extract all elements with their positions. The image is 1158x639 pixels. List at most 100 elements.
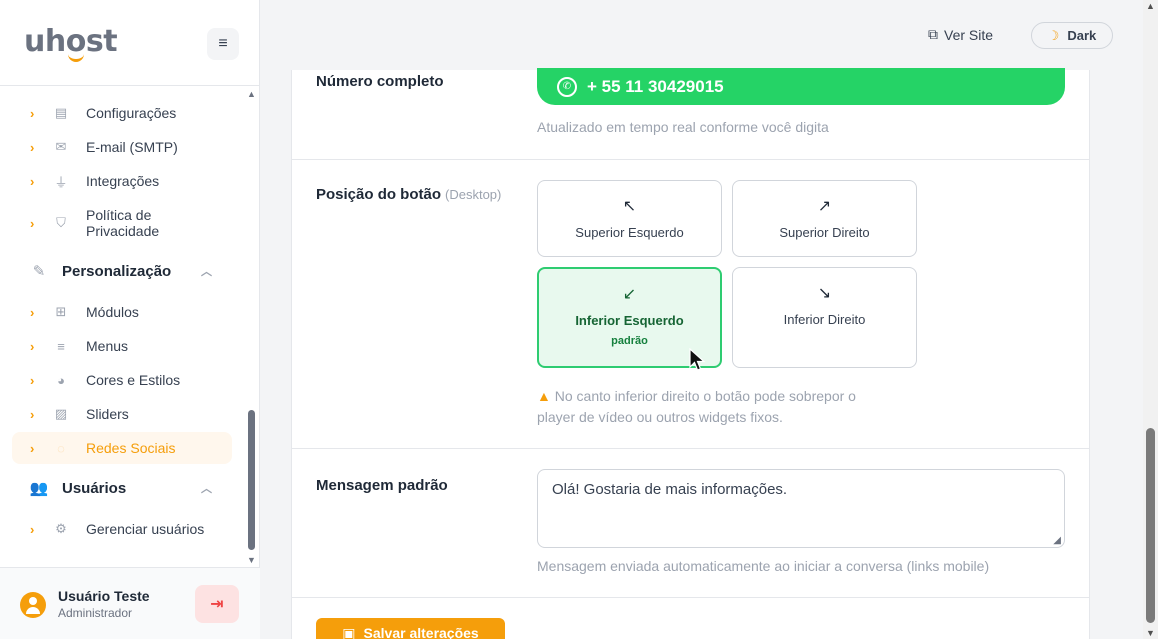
ver-site-link[interactable]: ⧉ Ver Site [928, 26, 993, 43]
user-name: Usuário Teste [58, 588, 150, 604]
sidebar-item-label: Configurações [86, 105, 177, 121]
user-cog-icon: ⚙ [55, 521, 67, 536]
scroll-up-arrow-icon[interactable]: ▲ [247, 89, 256, 99]
page-scroll-thumb[interactable] [1146, 428, 1155, 623]
chevron-right-icon: › [30, 338, 35, 354]
section-label: Usuários [62, 479, 127, 497]
arrow-up-left-icon: ↖ [622, 198, 637, 215]
mensagem-value: Olá! Gostaria de mais informações. [552, 481, 788, 498]
position-warning-text: No canto inferior direito o botão pode s… [537, 388, 856, 425]
chevron-right-icon: › [30, 521, 35, 537]
plug-icon: ⏚ [54, 174, 68, 190]
moon-icon: ☽ [1047, 27, 1060, 43]
logo-text-end: st [85, 24, 118, 59]
whatsapp-number-value: + 55 11 30429015 [587, 76, 724, 96]
section-personalizacao[interactable]: ✎ Personalização ︿ [12, 255, 232, 287]
bars-icon: ≡ [57, 338, 65, 354]
shield-icon: ⛉ [56, 215, 66, 230]
section-usuarios[interactable]: 👥 Usuários ︿ [12, 472, 232, 504]
images-icon: ▨ [54, 406, 68, 421]
sidebar-item-label: Gerenciar usuários [86, 521, 205, 537]
save-button[interactable]: ▣ Salvar alterações [316, 618, 505, 639]
sidebar-item-label: Menus [86, 338, 129, 354]
brush-icon: ✎ [32, 263, 46, 280]
sidebar-item-label: Módulos [86, 304, 139, 320]
position-option-superior-direito[interactable]: ↗ Superior Direito [732, 180, 917, 257]
logo-text-o: o [65, 24, 86, 62]
scroll-up-arrow-icon[interactable]: ▲ [1146, 1, 1155, 11]
sidebar-item-sliders[interactable]: › ▨ Sliders [12, 398, 232, 430]
mensagem-hint: Mensagem enviada automaticamente ao inic… [537, 558, 990, 574]
chevron-right-icon: › [30, 304, 35, 320]
scroll-down-arrow-icon[interactable]: ▼ [247, 555, 256, 565]
chevron-right-icon: › [30, 440, 35, 456]
grid-icon: ⊞ [55, 304, 67, 319]
sidebar-item-modulos[interactable]: › ⊞ Módulos [12, 296, 232, 328]
arrow-down-left-icon: ↙ [622, 286, 637, 303]
position-option-label: Inferior Direito [783, 312, 866, 327]
palette-icon: ◕ [57, 372, 65, 388]
logout-button[interactable]: ⇥ [195, 585, 239, 623]
chevron-right-icon: › [30, 406, 35, 422]
floppy-disk-icon: ▣ [342, 624, 356, 639]
position-option-label: Inferior Esquerdo [575, 313, 684, 328]
scroll-down-arrow-icon[interactable]: ▼ [1146, 628, 1155, 638]
sidebar-scrollbar[interactable]: ▲ ▼ [245, 87, 259, 567]
numero-hint: Atualizado em tempo real conforme você d… [537, 119, 829, 135]
logout-icon: ⇥ [210, 596, 224, 613]
chevron-right-icon: › [30, 173, 35, 189]
sidebar-item-politica-privacidade[interactable]: › ⛉ Política de Privacidade [12, 205, 232, 241]
position-option-inferior-direito[interactable]: ↘ Inferior Direito [732, 267, 917, 368]
avatar [20, 592, 46, 618]
sidebar-item-label: Integrações [86, 173, 160, 189]
whatsapp-number-preview: ✆ + 55 11 30429015 [537, 68, 1065, 105]
sidebar-item-label: Cores e Estilos [86, 372, 181, 388]
sidebar: uhost ≡ › ▤ Configurações › ✉ E-mail (SM… [0, 0, 260, 639]
chevron-right-icon: › [30, 105, 35, 121]
posicao-label: Posição do botão (Desktop) [316, 186, 501, 203]
chevron-up-icon: ︿ [201, 266, 212, 278]
sidebar-item-email-smtp[interactable]: › ✉ E-mail (SMTP) [12, 131, 232, 163]
save-button-label: Salvar alterações [363, 625, 479, 639]
dark-mode-toggle[interactable]: ☽ Dark [1031, 22, 1113, 49]
divider [292, 159, 1089, 160]
resize-grip-icon[interactable]: ◢ [1053, 535, 1061, 546]
user-role: Administrador [58, 606, 133, 620]
hamburger-icon[interactable]: ≡ [207, 28, 239, 60]
users-icon: 👥 [29, 480, 49, 497]
mensagem-label: Mensagem padrão [316, 477, 448, 494]
chevron-right-icon: › [30, 139, 35, 155]
mensagem-textarea[interactable]: Olá! Gostaria de mais informações. ◢ [537, 469, 1065, 548]
section-label: Personalização [62, 262, 172, 280]
sidebar-scroll-thumb[interactable] [248, 410, 255, 550]
topbar: ⧉ Ver Site ☽ Dark [261, 0, 1143, 70]
divider [292, 597, 1089, 598]
sidebar-item-integracoes[interactable]: › ⏚ Integrações [12, 165, 232, 197]
warning-icon: ▲ [537, 388, 551, 404]
sidebar-item-label: Sliders [86, 406, 129, 422]
position-option-superior-esquerdo[interactable]: ↖ Superior Esquerdo [537, 180, 722, 257]
envelope-icon: ✉ [55, 139, 67, 154]
position-option-label: Superior Direito [779, 225, 870, 240]
posicao-label-text: Posição do botão [316, 186, 442, 203]
position-warning: ▲ No canto inferior direito o botão pode… [537, 386, 897, 428]
sidebar-item-redes-sociais[interactable]: › ◌ Redes Sociais [12, 432, 232, 464]
sidebar-item-configuracoes[interactable]: › ▤ Configurações [12, 97, 232, 129]
whatsapp-icon: ◌ [57, 440, 65, 456]
default-tag: padrão [611, 335, 648, 347]
chevron-up-icon: ︿ [201, 483, 212, 495]
sidebar-item-label: Política de Privacidade [86, 207, 160, 239]
whatsapp-icon: ✆ [557, 76, 577, 97]
arrow-down-right-icon: ↘ [817, 285, 832, 302]
sidebar-item-label: E-mail (SMTP) [86, 139, 178, 155]
logo[interactable]: uhost [24, 24, 118, 62]
sidebar-item-gerenciar-usuarios[interactable]: › ⚙ Gerenciar usuários [12, 513, 232, 545]
sidebar-item-cores-estilos[interactable]: › ◕ Cores e Estilos [12, 364, 232, 396]
sidebar-item-menus[interactable]: › ≡ Menus [12, 330, 232, 362]
sidebar-footer: Usuário Teste Administrador ⇥ [0, 567, 260, 639]
logo-text-start: uh [24, 24, 66, 59]
sidebar-header: uhost ≡ [0, 0, 259, 86]
page-scrollbar[interactable]: ▲ ▼ [1143, 0, 1158, 639]
ver-site-label: Ver Site [944, 26, 994, 43]
sidebar-item-label: Redes Sociais [86, 440, 176, 456]
